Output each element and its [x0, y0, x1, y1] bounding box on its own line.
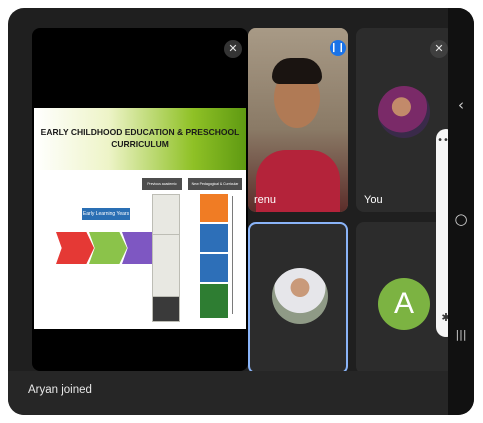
home-icon[interactable]: ○ — [452, 210, 470, 228]
stage-block-secondary — [200, 194, 228, 222]
presentation-slide: EARLY CHILDHOOD EDUCATION & PRESCHOOL CU… — [34, 108, 246, 329]
toast-text: Aryan joined — [28, 384, 92, 396]
speaking-indicator: ❙❙❙ — [330, 40, 348, 56]
back-icon[interactable]: ‹ — [452, 96, 470, 114]
recents-icon[interactable]: ||| — [452, 326, 470, 344]
slide-title-line2: CURRICULUM — [111, 139, 169, 149]
brace-line — [232, 196, 233, 314]
stage-block-foundational — [200, 284, 228, 318]
participant-name-renu: renu — [254, 194, 277, 206]
left-heading: Early Learning Years — [82, 208, 130, 220]
structure-block-top — [152, 194, 180, 236]
avatar-initial: A — [393, 287, 414, 320]
structure-block-middle — [152, 234, 180, 298]
join-toast: Aryan joined — [8, 371, 448, 415]
participant-tile-renu[interactable]: ❙❙❙ renu — [248, 28, 348, 212]
stage-block-preparatory — [200, 254, 228, 282]
video-hair — [272, 58, 322, 84]
avatar-a: A — [378, 278, 430, 330]
avatar-child — [272, 268, 328, 324]
meeting-screen: ✕ EARLY CHILDHOOD EDUCATION & PRESCHOOL … — [8, 8, 474, 415]
mic-off-icon: ✕ — [430, 40, 448, 58]
stage-block-middle — [200, 224, 228, 252]
structure-block-base — [152, 296, 180, 322]
slide-title: EARLY CHILDHOOD EDUCATION & PRESCHOOL CU… — [40, 126, 240, 150]
right-header-new: New Pedagogical & Curricular Structure — [188, 178, 242, 190]
slide-title-line1: EARLY CHILDHOOD EDUCATION & PRESCHOOL — [40, 127, 240, 137]
android-nav-bar: ‹ ○ ||| — [448, 8, 474, 415]
presentation-tile[interactable]: ✕ EARLY CHILDHOOD EDUCATION & PRESCHOOL … — [32, 28, 248, 371]
participant-tile-child[interactable] — [248, 222, 348, 374]
chevron-green — [89, 232, 127, 264]
chevron-red — [56, 232, 94, 264]
right-header-previous: Previous academic structure — [142, 178, 182, 190]
mic-off-icon: ✕ — [224, 40, 242, 58]
participant-name-you: You — [364, 194, 383, 206]
avatar-you — [378, 86, 430, 138]
